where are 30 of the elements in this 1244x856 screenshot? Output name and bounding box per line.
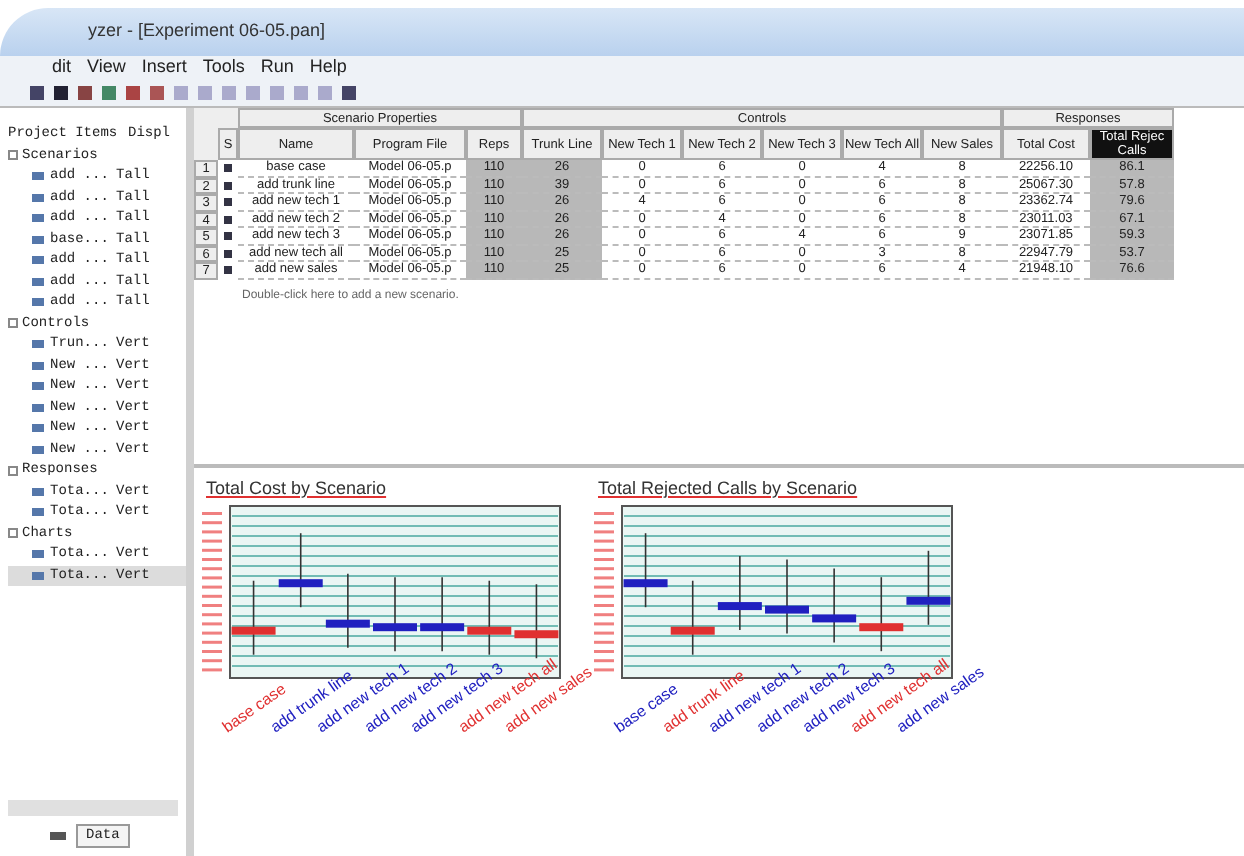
expand-toggle-icon[interactable] xyxy=(8,318,18,329)
range-bar xyxy=(906,549,951,625)
range-bar xyxy=(467,578,512,655)
chart-title: Total Cost by Scenario xyxy=(204,476,389,502)
range-bar xyxy=(717,554,762,630)
tab-icon[interactable] xyxy=(48,828,68,843)
range-bar xyxy=(514,582,559,659)
scroll-bar[interactable] xyxy=(8,799,178,815)
expand-toggle-icon[interactable] xyxy=(8,465,18,476)
expand-toggle-icon[interactable] xyxy=(8,528,18,539)
range-bar xyxy=(812,566,857,643)
range-bar xyxy=(623,531,668,607)
range-bar xyxy=(231,578,276,655)
range-bar xyxy=(859,575,904,651)
menu-item[interactable]: View xyxy=(87,54,126,82)
range-bar xyxy=(373,575,417,651)
menu-item[interactable]: dit xyxy=(52,54,72,82)
range-bar xyxy=(278,531,323,607)
expand-toggle-icon[interactable] xyxy=(8,150,18,161)
menu-item[interactable]: Help xyxy=(309,54,347,82)
range-bar xyxy=(325,571,370,648)
menu-item[interactable]: Run xyxy=(260,54,294,82)
range-bar xyxy=(670,578,715,655)
chart-title: Total Rejected Calls by Scenario xyxy=(596,476,860,502)
menu-item[interactable]: Tools xyxy=(202,54,245,82)
window-title: yzer - [Experiment 06-05.pan] xyxy=(88,18,326,45)
menu-item[interactable]: Insert xyxy=(141,54,187,82)
range-bar xyxy=(765,557,809,634)
range-bar xyxy=(420,575,465,651)
corner-cell xyxy=(194,128,218,160)
